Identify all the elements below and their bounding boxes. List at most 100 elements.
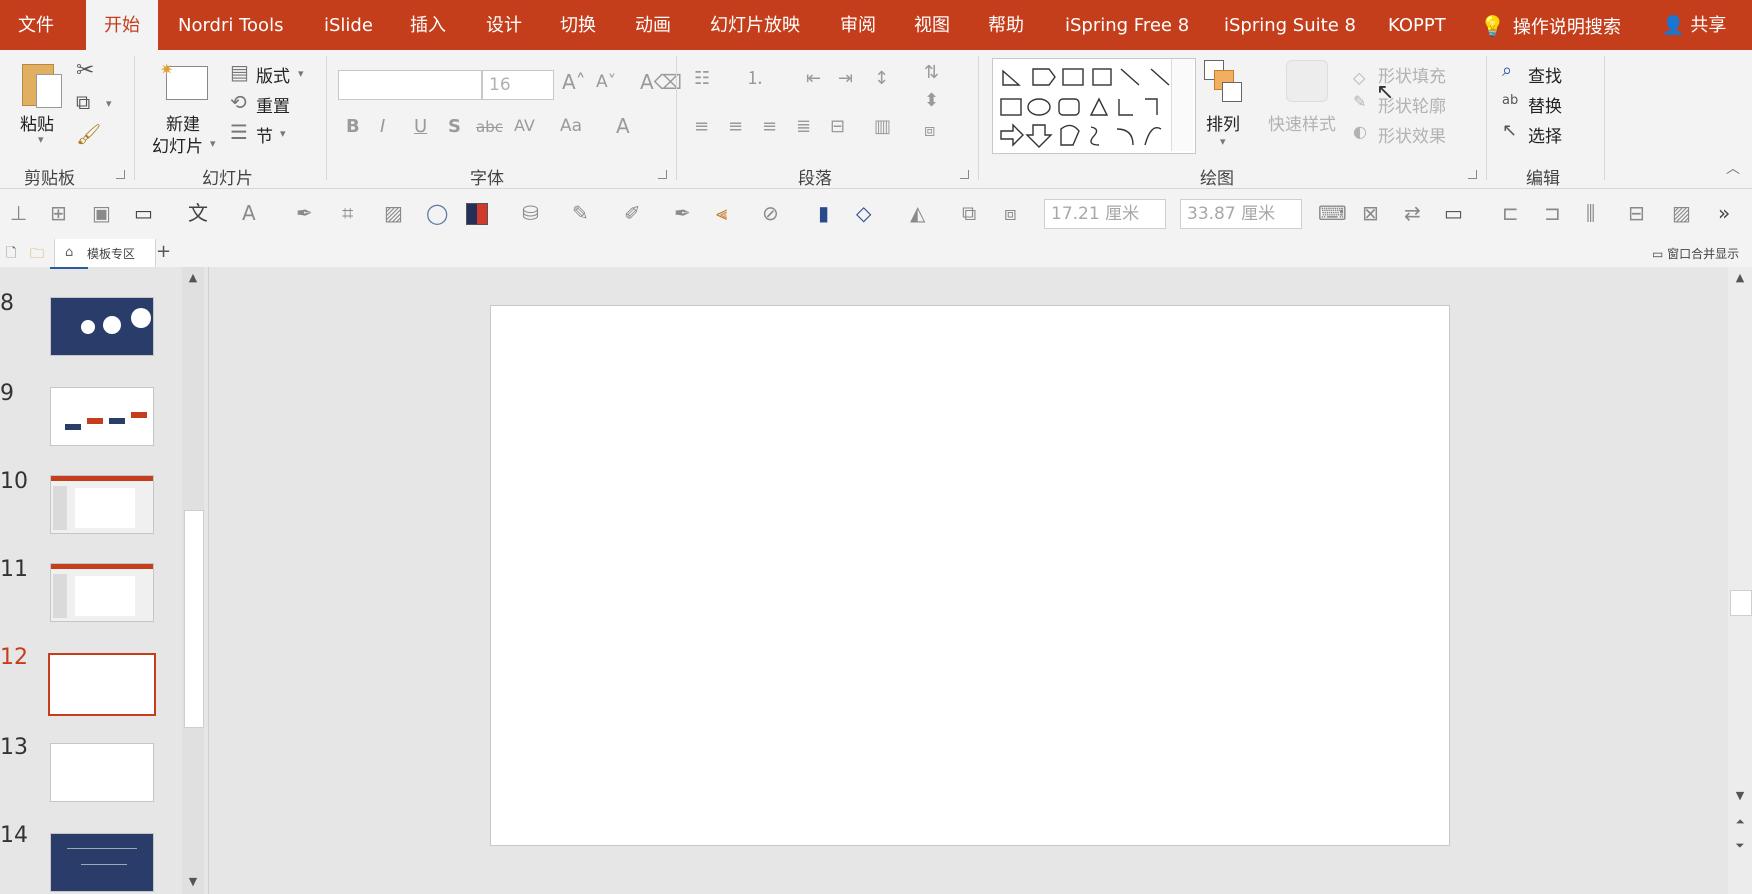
align-left-objects-icon[interactable]: ⫷ <box>716 203 727 223</box>
group-icon[interactable]: ▣ <box>92 203 111 223</box>
close-box-icon[interactable]: ⊠ <box>1362 203 1379 223</box>
doc-tab-template[interactable]: ⌂ 模板专区 <box>54 239 156 267</box>
align-text-icon[interactable]: ⬍ <box>924 92 939 110</box>
decrease-indent-icon[interactable]: ⇤ <box>806 70 821 88</box>
layer-icon[interactable]: ⧉ <box>962 203 976 223</box>
strikethrough-button[interactable]: abc <box>476 120 503 135</box>
width-field[interactable]: 33.87 厘米 <box>1180 199 1302 229</box>
folder-icon[interactable]: 🗀 <box>30 243 44 267</box>
slide-thumbnail[interactable] <box>50 387 154 446</box>
paste-dropdown-icon[interactable]: ▾ <box>38 134 44 145</box>
merge-shapes-icon[interactable]: ⊘ <box>762 203 779 223</box>
quick-styles-button[interactable]: 快速样式 <box>1268 110 1336 135</box>
tab-transitions[interactable]: 切换 <box>560 0 596 50</box>
duplicate-icon[interactable]: ⧈ <box>1004 203 1017 223</box>
add-tab-icon[interactable]: + <box>156 241 171 262</box>
previous-slide-icon[interactable]: ⏶ <box>1730 813 1750 831</box>
change-case-button[interactable]: Aa <box>560 118 582 135</box>
align-middle-tool-icon[interactable]: ⫼ <box>1586 203 1595 223</box>
arrange-dropdown-icon[interactable]: ▾ <box>1220 136 1226 147</box>
scroll-up-icon[interactable]: ▲ <box>183 269 203 287</box>
align-objects-icon[interactable]: ⊥ <box>10 203 27 223</box>
columns-icon[interactable]: ▥ <box>874 118 891 136</box>
line-spacing-icon[interactable]: ↕ <box>874 70 889 88</box>
height-field[interactable]: 17.21 厘米 <box>1044 199 1166 229</box>
tab-islide[interactable]: iSlide <box>324 0 373 50</box>
tab-insert[interactable]: 插入 <box>410 0 446 50</box>
distribute-icon[interactable]: ⊞ <box>50 203 67 223</box>
paragraph-launcher-icon[interactable] <box>960 170 969 179</box>
shape-effects-button[interactable]: 形状效果 <box>1378 122 1446 147</box>
shrink-font-icon[interactable]: A˅ <box>596 74 616 91</box>
scroll-down-icon[interactable]: ▼ <box>183 873 203 891</box>
copy-icon[interactable]: ⧉ <box>76 92 90 112</box>
crop-icon[interactable]: ⌗ <box>342 203 353 223</box>
arrange-button[interactable]: 排列 <box>1206 110 1240 135</box>
cut-icon[interactable]: ✂ <box>76 60 94 82</box>
font-launcher-icon[interactable] <box>658 170 667 179</box>
distributed-icon[interactable]: ⊟ <box>830 118 845 136</box>
eyedropper-icon[interactable]: ✒ <box>296 203 313 223</box>
format-painter-icon[interactable]: 🖌 <box>76 124 101 144</box>
justify-icon[interactable]: ≣ <box>796 118 811 136</box>
font-size-field[interactable]: 16 <box>482 70 554 100</box>
layout-dropdown-icon[interactable]: ▾ <box>298 68 304 79</box>
main-vertical-scrollbar[interactable]: ▲ ▼ ⏶ ⏷ <box>1728 267 1752 894</box>
bullets-icon[interactable]: ☷ <box>694 70 710 88</box>
align-left-tool-icon[interactable]: ⊏ <box>1502 203 1519 223</box>
text-direction-icon[interactable]: ⇅ <box>924 64 939 82</box>
collapse-ribbon-icon[interactable]: ︿ <box>1726 162 1740 176</box>
layout-icon[interactable]: ▤ <box>230 62 249 82</box>
slide-thumbnail-selected[interactable] <box>48 653 156 716</box>
scroll-up-icon[interactable]: ▲ <box>1730 269 1750 287</box>
new-slide-label-line2[interactable]: 幻灯片 <box>152 132 203 157</box>
thumbnail-scrollbar[interactable]: ▲ ▼ <box>182 267 204 894</box>
picture-icon[interactable]: ▨ <box>384 203 403 223</box>
bold-button[interactable]: B <box>346 118 360 136</box>
text-shadow-button[interactable]: S <box>448 118 461 136</box>
shapes-icon[interactable]: ◇ <box>856 203 871 223</box>
shapes-gallery[interactable] <box>992 58 1196 154</box>
shape-circle-icon[interactable]: ◯ <box>426 203 448 223</box>
increase-indent-icon[interactable]: ⇥ <box>838 70 853 88</box>
new-slide-dropdown-icon[interactable]: ▾ <box>210 138 216 149</box>
tab-file[interactable]: 文件 <box>18 0 54 50</box>
find-button[interactable]: 查找 <box>1528 62 1562 87</box>
align-right-icon[interactable]: ≡ <box>762 118 777 136</box>
more-tools-icon[interactable]: » <box>1718 203 1730 223</box>
shapes-gallery-scroll[interactable] <box>1171 59 1194 151</box>
scroll-down-icon[interactable]: ▼ <box>1730 787 1750 805</box>
fill-bucket-icon[interactable]: ⛁ <box>522 203 539 223</box>
paste-button[interactable]: 粘贴 <box>20 110 54 135</box>
share-button[interactable]: 👤 共享 <box>1662 0 1726 50</box>
keyboard-icon[interactable]: ⌨ <box>1318 203 1347 223</box>
pen-icon[interactable]: ✐ <box>624 203 641 223</box>
new-doc-icon[interactable]: 🗋 <box>6 244 16 266</box>
slide-thumbnail[interactable] <box>50 743 154 802</box>
shape-outline-icon[interactable]: ✎ <box>1353 94 1366 110</box>
section-icon[interactable]: ☰ <box>230 122 248 142</box>
window-merge-toggle[interactable]: ▭ 窗口合并显示 <box>1652 245 1739 262</box>
tab-view[interactable]: 视图 <box>914 0 950 50</box>
next-slide-icon[interactable]: ⏷ <box>1730 837 1750 855</box>
slide-thumbnail[interactable] <box>50 475 154 534</box>
scrollbar-thumb[interactable] <box>184 510 204 728</box>
tab-slideshow[interactable]: 幻灯片放映 <box>710 0 800 50</box>
image-tool-icon[interactable]: ▨ <box>1672 203 1691 223</box>
eyedropper2-icon[interactable]: ✒ <box>674 203 691 223</box>
scrollbar-thumb[interactable] <box>1730 590 1752 616</box>
color-swatch-icon[interactable] <box>466 203 488 225</box>
tell-me-search[interactable]: 💡 操作说明搜索 <box>1480 0 1621 50</box>
underline-button[interactable]: U <box>414 118 427 136</box>
replace-icon[interactable]: ab <box>1502 94 1518 107</box>
drawing-launcher-icon[interactable] <box>1468 170 1477 179</box>
paste-icon[interactable] <box>18 60 62 108</box>
character-spacing-button[interactable]: AV <box>514 118 535 134</box>
tab-design[interactable]: 设计 <box>486 0 522 50</box>
text-icon[interactable]: 文 <box>188 203 208 223</box>
font-color-button[interactable]: A <box>616 116 630 136</box>
layout-button[interactable]: 版式 <box>256 62 290 87</box>
align-center-icon[interactable]: ≡ <box>728 118 743 136</box>
frame-icon[interactable]: ▭ <box>1444 203 1463 223</box>
tab-review[interactable]: 审阅 <box>840 0 876 50</box>
